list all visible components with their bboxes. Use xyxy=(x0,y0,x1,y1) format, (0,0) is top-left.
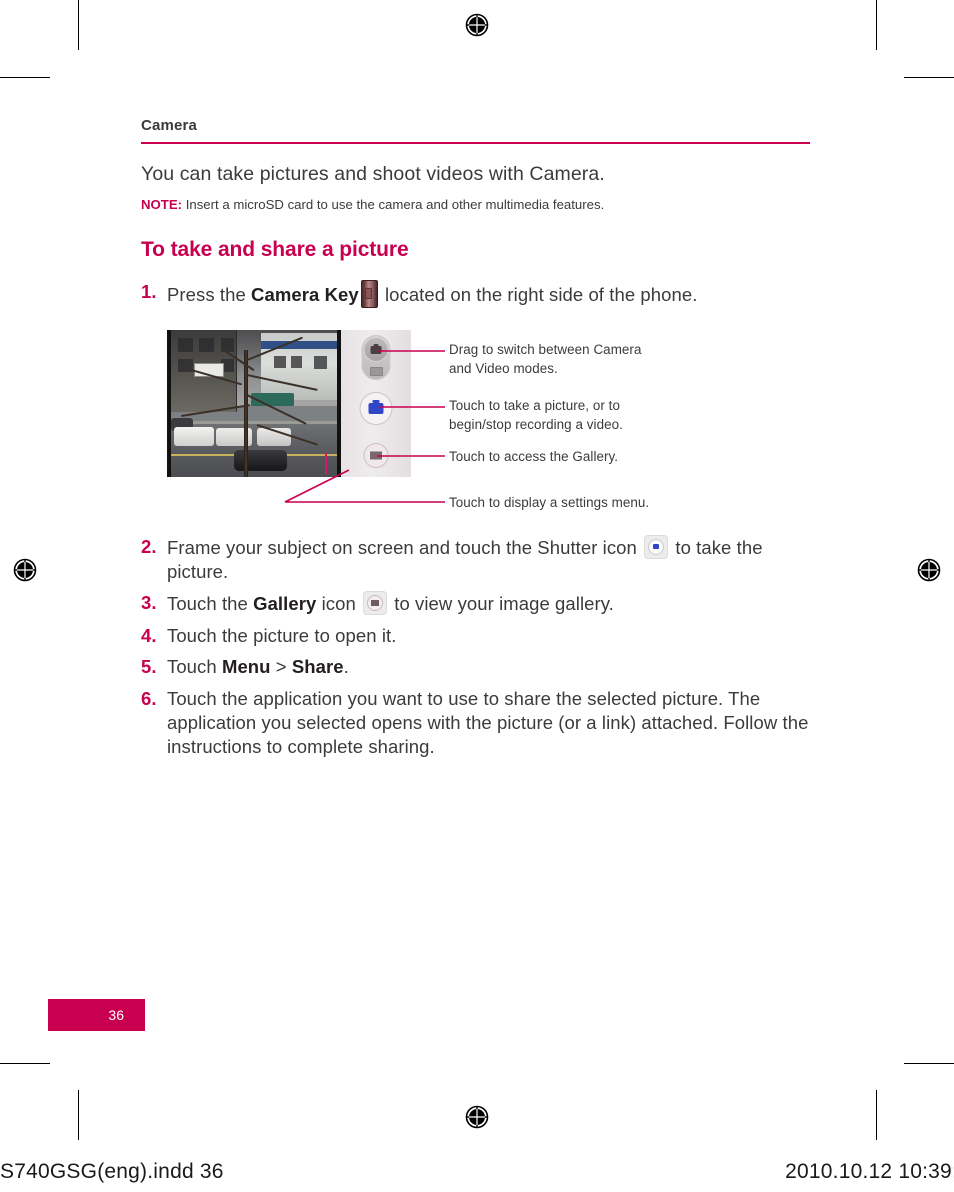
step-5-gt: > xyxy=(270,656,292,678)
step-2-text-a: Frame your subject on screen and touch t… xyxy=(167,536,643,558)
crop-mark-top-left-horizontal xyxy=(0,77,50,78)
crop-mark-top-left-vertical xyxy=(78,0,79,50)
header-rule xyxy=(141,141,810,144)
note-text: Insert a microSD card to use the camera … xyxy=(185,197,605,213)
crop-mark-top-right-horizontal xyxy=(904,77,954,78)
step-1-text-b: located on the right side of the phone. xyxy=(379,283,698,305)
callout-mode-switch: Drag to switch between Camera and Video … xyxy=(449,340,641,379)
step-3-text-a: Touch the xyxy=(167,593,254,615)
step-4: 4. Touch the picture to open it. xyxy=(141,624,813,648)
step-5-period: . xyxy=(343,656,349,678)
callout-mode-switch-line2: and Video modes. xyxy=(449,361,558,377)
step-3-bold-gallery: Gallery xyxy=(253,593,317,615)
step-5: 5. Touch Menu > Share. xyxy=(141,655,813,679)
imprint-filename: S740GSG(eng).indd 36 xyxy=(0,1160,224,1183)
gallery-icon xyxy=(363,591,388,616)
callout-shutter: Touch to take a picture, or to begin/sto… xyxy=(449,396,623,435)
step-5-bold-share: Share xyxy=(291,656,344,678)
page-number-badge: 36 xyxy=(48,999,145,1031)
crop-mark-bottom-left-horizontal xyxy=(0,1063,50,1064)
callout-shutter-line1: Touch to take a picture, or to xyxy=(449,397,620,413)
callout-mode-switch-line1: Drag to switch between Camera xyxy=(449,341,642,357)
step-3-text-b: to view your image gallery. xyxy=(389,593,614,615)
step-6-text: Touch the application you want to use to… xyxy=(167,687,809,758)
page-number: 36 xyxy=(108,1007,124,1023)
step-2-number: 2. xyxy=(141,535,157,557)
registration-target-icon-left xyxy=(8,553,42,587)
camera-screen-figure: Drag to switch between Camera and Video … xyxy=(167,329,815,515)
camera-key-icon xyxy=(360,279,378,308)
step-3: 3. Touch the Gallery icon to view your i… xyxy=(141,591,813,616)
running-head: Camera xyxy=(141,117,197,134)
step-1: 1. Press the Camera Key located on the r… xyxy=(141,279,813,308)
step-6: 6. Touch the application you want to use… xyxy=(141,687,813,760)
registration-target-icon xyxy=(460,8,494,42)
step-5-text-a: Touch xyxy=(167,656,222,678)
note-label: NOTE: xyxy=(141,197,183,213)
step-5-number: 5. xyxy=(141,656,157,678)
callout-settings-line1: Touch to display a settings menu. xyxy=(449,494,650,510)
registration-target-icon-right xyxy=(912,553,946,587)
step-3-number: 3. xyxy=(141,592,157,614)
imprint-timestamp: 2010.10.12 10:39: xyxy=(785,1160,954,1183)
callout-gallery-line1: Touch to access the Gallery. xyxy=(449,448,619,464)
step-1-bold-camera-key: Camera Key xyxy=(251,283,359,305)
callout-gallery: Touch to access the Gallery. xyxy=(449,447,618,466)
step-4-text: Touch the picture to open it. xyxy=(167,624,397,646)
crop-mark-top-right-vertical xyxy=(876,0,877,50)
registration-target-icon-bottom xyxy=(460,1100,494,1134)
page-content: Camera You can take pictures and shoot v… xyxy=(141,117,815,767)
intro-paragraph: You can take pictures and shoot videos w… xyxy=(141,162,605,185)
step-6-number: 6. xyxy=(141,687,157,709)
section-title: To take and share a picture xyxy=(141,237,409,261)
step-4-number: 4. xyxy=(141,624,157,646)
crop-mark-bottom-left-vertical xyxy=(78,1090,79,1140)
note-paragraph: NOTE: Insert a microSD card to use the c… xyxy=(141,196,813,213)
step-3-text-mid: icon xyxy=(316,593,362,615)
callout-shutter-line2: begin/stop recording a video. xyxy=(449,417,623,433)
shutter-icon xyxy=(644,534,669,559)
step-2: 2. Frame your subject on screen and touc… xyxy=(141,534,813,585)
step-1-number: 1. xyxy=(141,280,157,302)
step-5-bold-menu: Menu xyxy=(221,656,271,678)
step-1-text-a: Press the xyxy=(167,283,252,305)
crop-mark-bottom-right-horizontal xyxy=(904,1063,954,1064)
callout-settings: Touch to display a settings menu. xyxy=(449,493,649,512)
crop-mark-bottom-right-vertical xyxy=(876,1090,877,1140)
